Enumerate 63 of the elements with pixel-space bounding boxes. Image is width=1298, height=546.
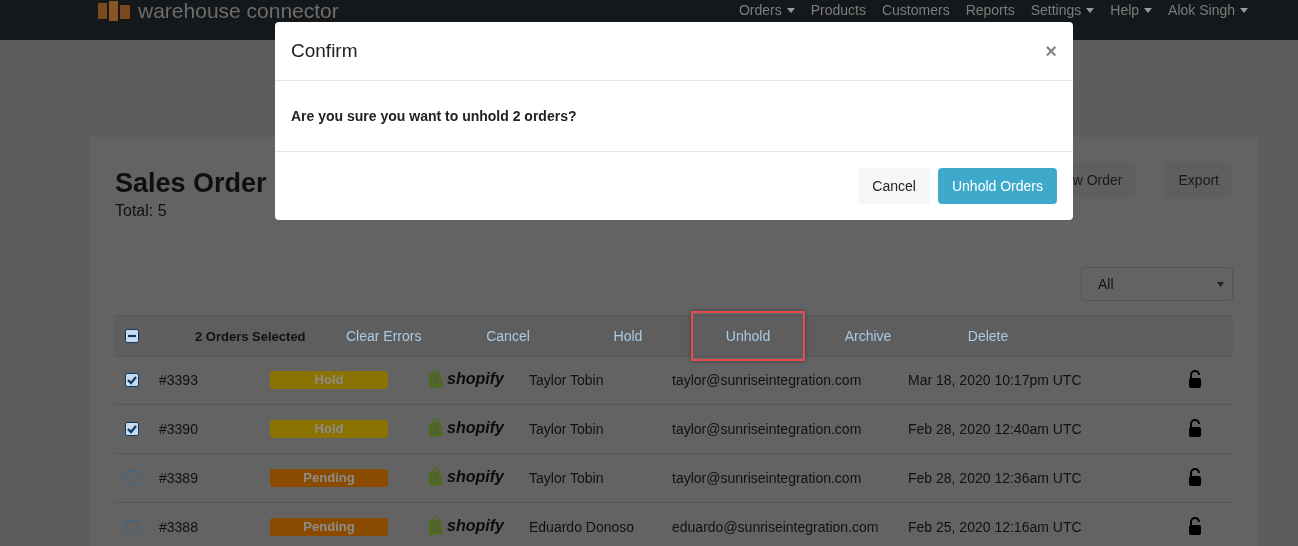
customer-email: taylor@sunriseintegration.com <box>672 372 863 388</box>
bulk-action[interactable]: Cancel <box>448 317 568 355</box>
status-badge: Hold <box>270 371 388 389</box>
customer-name: Taylor Tobin <box>529 372 605 388</box>
nav-link[interactable]: Settings <box>1030 0 1095 20</box>
channel-name: shopify <box>447 418 504 437</box>
page-title: Sales Order <box>115 167 267 199</box>
nav-link[interactable]: Orders <box>738 0 795 20</box>
nav-link[interactable]: Customers <box>881 0 950 20</box>
nav-link[interactable]: Alok Singh <box>1168 0 1248 20</box>
nav-link[interactable]: Products <box>810 0 866 20</box>
selection-count: 2 Orders Selected <box>195 328 307 344</box>
customer-email: eduardo@sunriseintegration.com <box>672 519 880 535</box>
lock-icon <box>1188 369 1202 388</box>
dialog-message: Are you sure you want to unhold 2 orders? <box>291 108 577 124</box>
bulk-action[interactable]: Hold <box>568 317 688 355</box>
logo-icon <box>98 1 130 21</box>
checkbox[interactable] <box>125 373 139 387</box>
customer-email: taylor@sunriseintegration.com <box>672 470 863 486</box>
status-badge: Pending <box>270 469 388 487</box>
filter-select[interactable]: All <box>1081 267 1233 301</box>
shopping-bag-icon <box>428 369 444 388</box>
close-button[interactable]: × <box>1045 33 1057 69</box>
confirm-button[interactable]: Unhold Orders <box>937 168 1057 204</box>
order-number[interactable]: #3389 <box>159 470 270 486</box>
channel-name: shopify <box>447 369 504 388</box>
customer-email: taylor@sunriseintegration.com <box>672 421 863 437</box>
shopping-bag-icon <box>428 418 444 437</box>
order-number[interactable]: #3393 <box>159 372 270 388</box>
order-number[interactable]: #3390 <box>159 421 270 437</box>
bulk-action[interactable]: Archive <box>808 317 928 355</box>
status-badge: Hold <box>270 420 388 438</box>
nav-link[interactable]: Help <box>1110 0 1153 20</box>
brand-name[interactable]: warehouse connector <box>138 0 339 22</box>
caret-icon <box>1217 281 1224 287</box>
checkbox[interactable] <box>125 520 139 534</box>
bulk-action[interactable]: Unhold <box>691 311 805 361</box>
cancel-button[interactable]: Cancel <box>858 168 930 204</box>
checkbox[interactable] <box>125 422 139 436</box>
bulk-action[interactable]: Clear Errors <box>346 317 448 355</box>
nav-link[interactable]: Reports <box>965 0 1015 20</box>
order-date: Feb 25, 2020 12:16am UTC <box>908 519 1083 535</box>
lock-icon <box>1188 467 1202 486</box>
bulk-action[interactable]: Delete <box>928 317 1048 355</box>
lock-icon <box>1188 418 1202 437</box>
checkbox[interactable] <box>125 471 139 485</box>
shopping-bag-icon <box>428 467 444 486</box>
select-all-checkbox[interactable] <box>125 329 139 343</box>
shopping-bag-icon <box>428 516 444 535</box>
customer-name: Eduardo Donoso <box>529 519 636 535</box>
dialog-title: Confirm <box>291 40 358 62</box>
customer-name: Taylor Tobin <box>529 470 605 486</box>
order-date: Feb 28, 2020 12:36am UTC <box>908 470 1083 486</box>
order-date: Mar 18, 2020 10:17pm UTC <box>908 372 1083 388</box>
customer-name: Taylor Tobin <box>529 421 605 437</box>
channel-name: shopify <box>447 467 504 486</box>
channel-name: shopify <box>447 516 504 535</box>
lock-icon <box>1188 516 1202 535</box>
order-date: Feb 28, 2020 12:40am UTC <box>908 421 1083 437</box>
toolbar-button[interactable]: Export <box>1164 162 1233 198</box>
total-count: Total: 5 <box>115 202 167 220</box>
order-number[interactable]: #3388 <box>159 519 270 535</box>
status-badge: Pending <box>270 518 388 536</box>
